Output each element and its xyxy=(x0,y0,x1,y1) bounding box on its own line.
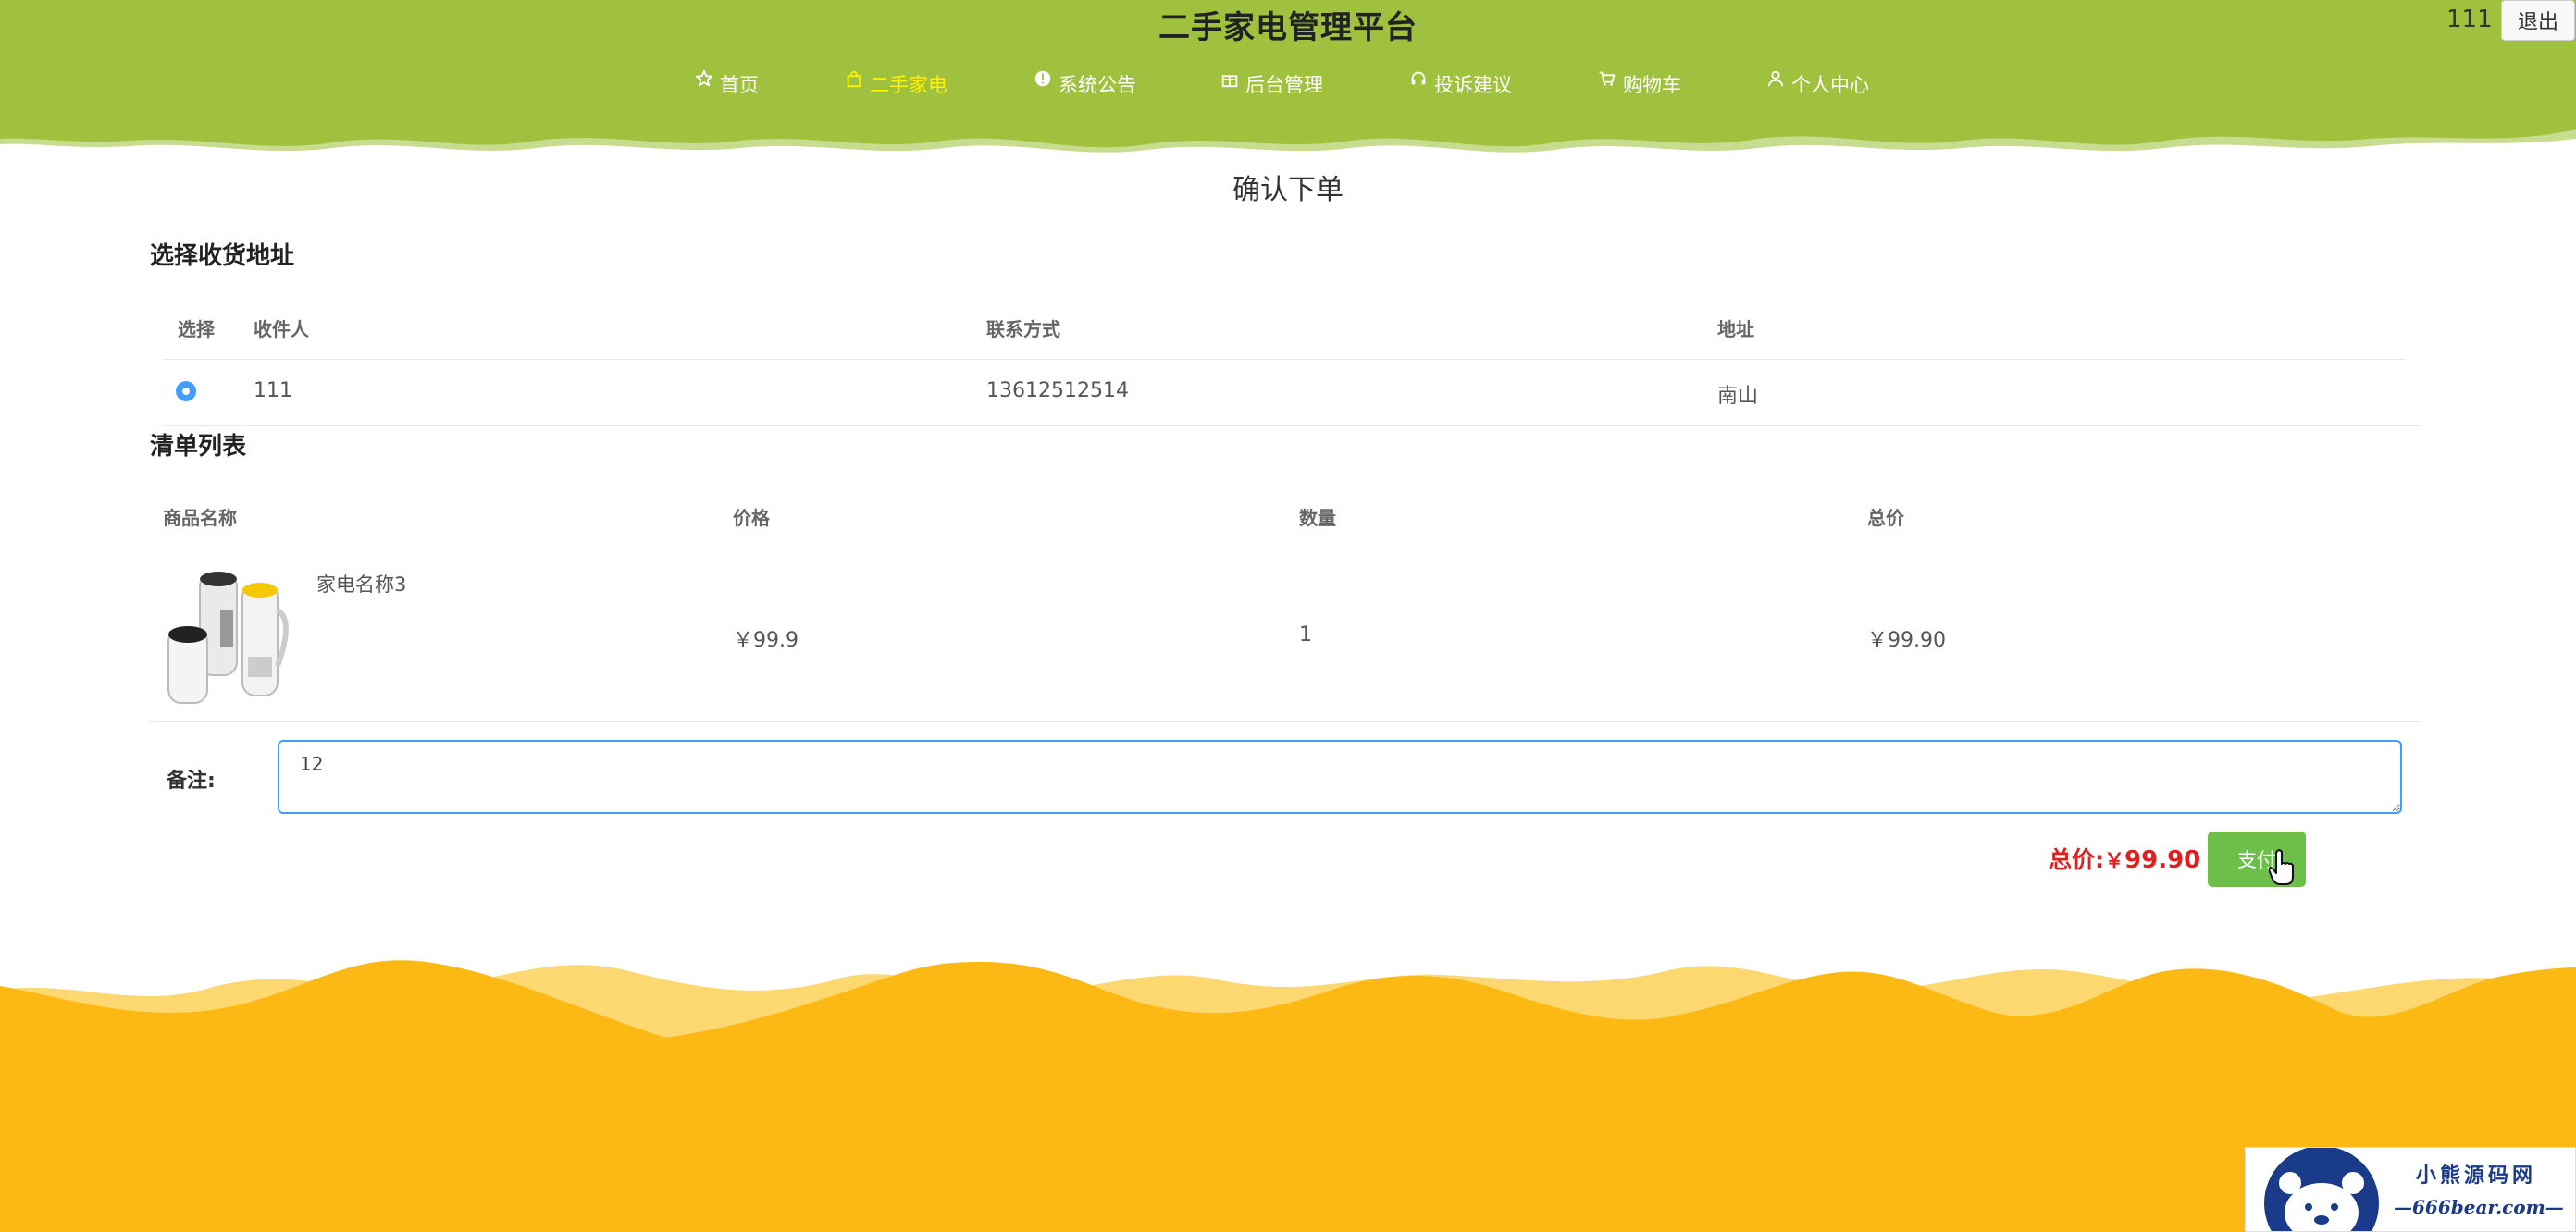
watermark-url: —666bear.com— xyxy=(2394,1196,2564,1218)
order-section-title: 清单列表 xyxy=(150,433,247,461)
star-icon xyxy=(694,69,714,94)
logout-button[interactable]: 退出 xyxy=(2501,0,2575,41)
address-col-select: 选择 xyxy=(178,318,215,340)
address-col-phone: 联系方式 xyxy=(986,318,1060,340)
total-price-amount: 99.90 xyxy=(2124,846,2201,874)
nav-item-announcements[interactable]: 系统公告 xyxy=(1033,68,1136,100)
address-col-recipient: 收件人 xyxy=(254,318,309,340)
nav-label: 个人中心 xyxy=(1791,74,1869,96)
nav-item-appliances[interactable]: 二手家电 xyxy=(844,68,947,100)
nav-label: 二手家电 xyxy=(870,74,947,96)
address-address: 南山 xyxy=(1717,385,1759,408)
product-name[interactable]: 家电名称3 xyxy=(316,570,406,598)
page-heading: 确认下单 xyxy=(1232,174,1344,206)
headset-icon xyxy=(1408,71,1429,94)
order-col-quantity: 数量 xyxy=(1299,507,1336,529)
appliance-image xyxy=(163,564,302,705)
address-header-divider xyxy=(163,359,2406,360)
nav-item-home[interactable]: 首页 xyxy=(694,68,759,100)
nav-item-complaints[interactable]: 投诉建议 xyxy=(1408,68,1512,100)
remark-label: 备注: xyxy=(167,770,216,793)
total-price: 总价:￥99.90 xyxy=(2049,842,2200,875)
product-quantity: 1 xyxy=(1299,623,1312,647)
bear-logo-icon xyxy=(2264,1148,2379,1231)
order-col-subtotal: 总价 xyxy=(1867,507,1904,529)
order-col-price: 价格 xyxy=(733,507,770,529)
info-icon xyxy=(1033,70,1053,94)
total-price-label: 总价: xyxy=(2049,846,2104,873)
nav-label: 后台管理 xyxy=(1245,74,1323,96)
hand-cursor-icon xyxy=(2269,849,2294,885)
nav-label: 投诉建议 xyxy=(1434,74,1512,96)
watermark-title: 小熊源码网 xyxy=(2416,1164,2537,1188)
address-phone: 13612512514 xyxy=(986,379,1129,402)
order-col-name: 商品名称 xyxy=(163,507,237,529)
nav-item-profile[interactable]: 个人中心 xyxy=(1765,68,1869,100)
order-row-divider xyxy=(150,721,2421,722)
watermark-logo: 小熊源码网 —666bear.com— xyxy=(2245,1147,2576,1232)
nav-label: 首页 xyxy=(720,74,759,96)
nav-label: 系统公告 xyxy=(1059,74,1136,96)
cart-icon xyxy=(1597,71,1617,94)
radio-dot xyxy=(182,388,190,395)
user-icon xyxy=(1765,70,1786,94)
address-col-address: 地址 xyxy=(1717,318,1754,340)
nav-item-cart[interactable]: 购物车 xyxy=(1597,68,1681,100)
shopping-bag-icon xyxy=(844,70,864,94)
site-title: 二手家电管理平台 xyxy=(1158,9,1418,46)
address-row-divider xyxy=(163,425,2421,426)
product-price: ￥99.9 xyxy=(733,629,799,652)
total-price-currency: ￥ xyxy=(2104,850,2125,873)
address-recipient: 111 xyxy=(254,379,292,402)
footer-wave-background xyxy=(0,953,2576,1232)
nav-label: 购物车 xyxy=(1623,74,1681,96)
gift-icon xyxy=(1220,74,1240,94)
nav-item-admin[interactable]: 后台管理 xyxy=(1220,68,1323,100)
user-name: 111 xyxy=(2446,6,2493,33)
header: 二手家电管理平台 111 退出 首页 二手家电 系统公告 后台管理 投诉建议 购… xyxy=(0,0,2576,159)
address-section-title: 选择收货地址 xyxy=(150,242,295,270)
remark-textarea[interactable]: 12 xyxy=(278,740,2402,814)
product-subtotal: ￥99.90 xyxy=(1867,629,1946,652)
address-radio[interactable] xyxy=(176,381,196,401)
